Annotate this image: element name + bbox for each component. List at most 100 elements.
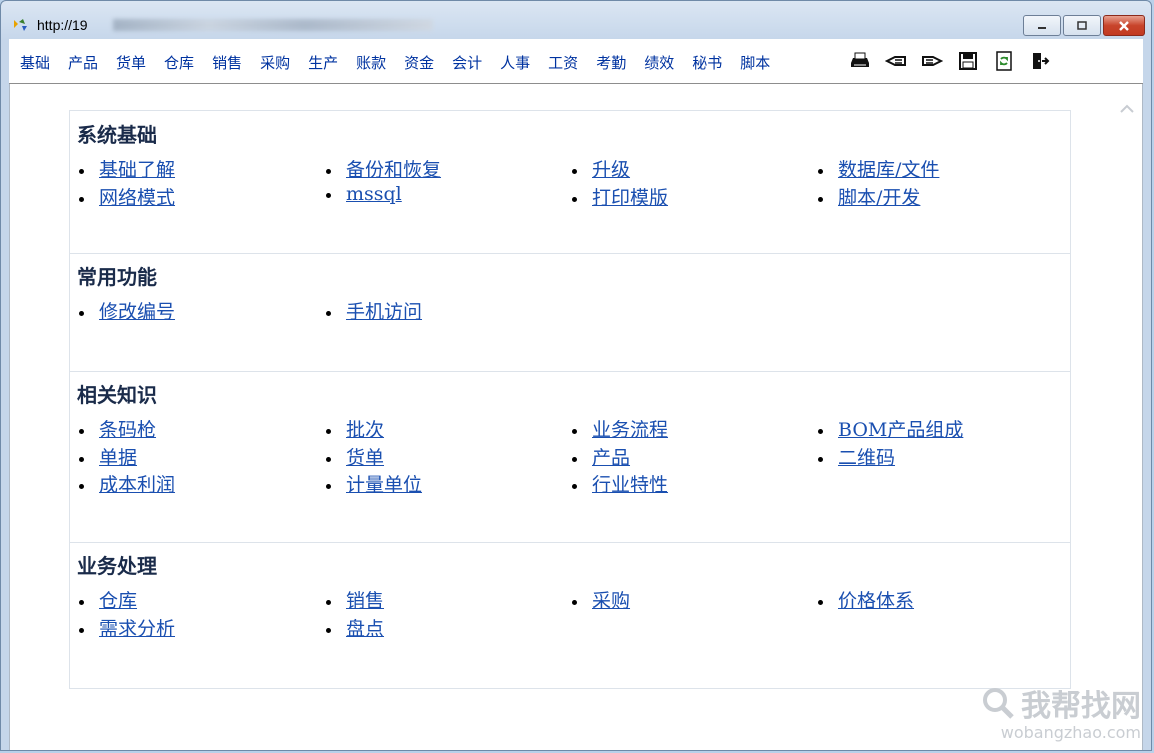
help-link[interactable]: 销售 [346,590,384,612]
help-link[interactable]: 数据库/文件 [838,159,939,181]
title-url-redacted [113,19,433,31]
bullet-icon [79,429,84,434]
bullet-icon [79,456,84,462]
app-icon [14,19,27,31]
help-link[interactable]: BOM产品组成 [838,419,963,441]
menu-item[interactable]: 秘书 [692,52,722,73]
help-link[interactable]: 手机访问 [346,301,422,323]
list-item: 升级 [572,155,630,182]
help-link[interactable]: 修改编号 [99,301,175,323]
bullet-icon [572,196,577,202]
menu-item[interactable]: 脚本 [740,52,770,73]
minimize-icon [1038,26,1046,29]
menu-item[interactable]: 生产 [308,52,338,73]
window-title: http://19 [37,17,88,33]
save-icon[interactable] [956,50,980,72]
help-link[interactable]: 计量单位 [346,474,422,496]
help-link[interactable]: 网络模式 [99,187,175,209]
section: 常用功能 修改编号 手机访问 [70,253,1070,372]
exit-icon[interactable] [1028,50,1052,72]
menu-item[interactable]: 仓库 [164,52,194,73]
help-link[interactable]: 货单 [346,447,384,469]
menu-item[interactable]: 货单 [116,52,146,73]
menu-item[interactable]: 采购 [260,52,290,73]
bullet-icon [326,456,331,462]
menu-item[interactable]: 销售 [212,52,242,73]
menu-item[interactable]: 绩效 [644,52,674,73]
list-item: 货单 [326,443,384,470]
help-link[interactable]: 盘点 [346,618,384,640]
section-title: 系统基础 [77,123,157,147]
help-link[interactable]: 成本利润 [99,474,175,496]
bullet-icon [79,484,84,489]
menu-item[interactable]: 会计 [452,52,482,73]
magnifier-icon [983,688,1014,719]
list-item: 产品 [572,443,630,470]
list-item: 仓库 [79,586,137,613]
menu-item[interactable]: 资金 [404,52,434,73]
title-bar[interactable]: http://19 [1,1,1151,39]
list-item: 需求分析 [79,614,175,641]
help-link[interactable]: 脚本/开发 [838,187,920,209]
menu-item[interactable]: 基础 [20,52,50,73]
maximize-icon [1077,20,1087,30]
bullet-icon [326,311,331,316]
list-item: mssql [326,183,402,205]
help-link[interactable]: 仓库 [99,590,137,612]
bullet-icon [572,429,577,434]
bullet-icon [326,192,331,198]
help-link[interactable]: 二维码 [838,447,895,469]
list-item: 条码枪 [79,415,156,442]
bullet-icon [326,627,331,633]
minimize-button[interactable] [1023,15,1061,36]
bullet-icon [818,169,823,174]
menu-item[interactable]: 人事 [500,52,530,73]
help-link[interactable]: 业务流程 [592,419,668,441]
list-item: 盘点 [326,614,384,641]
help-link[interactable]: 需求分析 [99,618,175,640]
bullet-icon [79,196,84,202]
printer-icon[interactable] [848,50,872,72]
menu-item[interactable]: 产品 [68,52,98,73]
list-item: 价格体系 [818,586,914,613]
hand-right-icon[interactable] [920,50,944,72]
bullet-icon [326,169,331,174]
list-item: 备份和恢复 [326,155,441,182]
menu-item[interactable]: 工资 [548,52,578,73]
help-link[interactable]: 单据 [99,447,137,469]
help-link[interactable]: 升级 [592,159,630,181]
menu-bar: 基础 产品 货单 仓库 销售 采购 生产 账款 资金 会计 人事 工资 考勤 绩效 秘书 脚本 [9,39,1143,84]
menu-item[interactable]: 考勤 [596,52,626,73]
section: 业务处理仓库需求分析 销售盘点 采购 价格体系 [70,542,1070,688]
help-link[interactable]: 采购 [592,590,630,612]
list-item: BOM产品组成 [818,415,963,442]
help-link[interactable]: 产品 [592,447,630,469]
help-link[interactable]: mssql [346,183,402,205]
help-link[interactable]: 备份和恢复 [346,159,441,181]
list-item: 二维码 [818,443,895,470]
help-link[interactable]: 批次 [346,419,384,441]
help-panel: 系统基础 基础了解 网络模式 备份和恢复 mssql 升级 打印模版 数据库/文件 脚本/开发常… [69,110,1071,689]
refresh-icon[interactable] [992,50,1016,72]
scroll-up-icon[interactable] [1118,100,1136,118]
bullet-icon [572,169,577,174]
section-title: 相关知识 [77,383,157,407]
bullet-icon [572,456,577,462]
menu-item[interactable]: 账款 [356,52,386,73]
help-link[interactable]: 条码枪 [99,419,156,441]
section-title: 业务处理 [77,554,157,578]
list-item: 修改编号 [79,297,175,324]
close-button[interactable] [1103,15,1145,36]
list-item: 基础了解 [79,155,175,182]
hand-left-icon[interactable] [884,50,908,72]
bullet-icon [79,311,84,316]
bullet-icon [326,600,331,605]
help-link[interactable]: 行业特性 [592,474,668,496]
watermark-sub-text: wobangzhao.com [1000,723,1141,742]
help-link[interactable]: 价格体系 [838,590,914,612]
maximize-button[interactable] [1063,15,1101,36]
help-link[interactable]: 基础了解 [99,159,175,181]
list-item: 单据 [79,443,137,470]
list-item: 打印模版 [572,183,668,210]
help-link[interactable]: 打印模版 [592,187,668,209]
